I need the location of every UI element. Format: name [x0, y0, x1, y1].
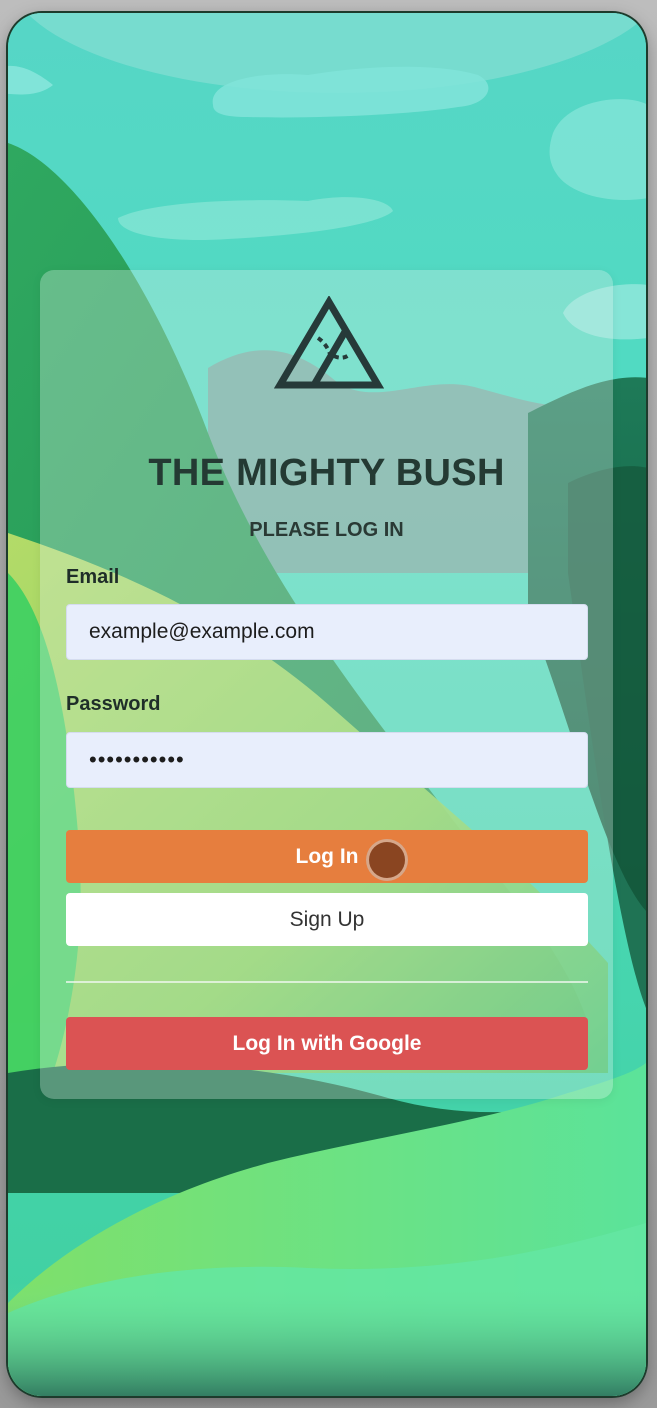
google-login-button[interactable]: Log In with Google [66, 1017, 588, 1070]
app-title: THE MIGHTY BUSH [148, 452, 505, 494]
password-input[interactable] [66, 732, 588, 788]
login-button[interactable]: Log In [66, 830, 588, 883]
signup-button[interactable]: Sign Up [66, 893, 588, 946]
password-label: Password [66, 693, 161, 715]
phone-frame: THE MIGHTY BUSH PLEASE LOG IN Email Pass… [8, 13, 646, 1396]
page: THE MIGHTY BUSH PLEASE LOG IN Email Pass… [0, 0, 657, 1408]
triangle-bush-logo-icon [274, 296, 384, 389]
divider [66, 981, 588, 983]
login-subtitle: PLEASE LOG IN [249, 519, 404, 541]
email-label: Email [66, 566, 120, 588]
email-input[interactable] [66, 604, 588, 660]
login-card: THE MIGHTY BUSH PLEASE LOG IN Email Pass… [40, 270, 613, 1099]
